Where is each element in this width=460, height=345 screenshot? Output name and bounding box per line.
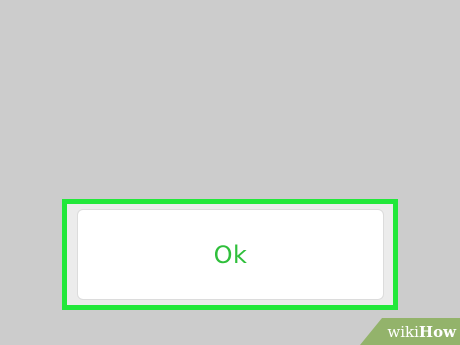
ok-button-label: Ok — [213, 240, 248, 269]
watermark-text: wikiHow — [387, 323, 456, 341]
watermark-prefix: wiki — [387, 323, 419, 341]
screen-background: Ok wikiHow — [0, 0, 460, 345]
watermark-suffix: How — [418, 323, 456, 341]
wikihow-watermark: wikiHow — [360, 318, 460, 345]
ok-button[interactable]: Ok — [77, 209, 384, 300]
